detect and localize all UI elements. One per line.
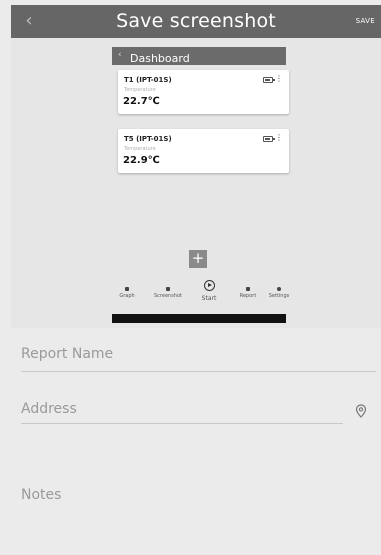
report-icon [246,287,250,291]
preview-bottom-bar [112,314,286,323]
battery-icon [263,77,275,83]
address-input[interactable]: Address [21,401,77,417]
screenshot-preview: ‹ Dashboard T1 (IPT-01S) ⋮ Temperature 2… [11,38,381,328]
preview-nav-bar: ‹ Dashboard [112,47,286,65]
sensor-value: 22.7℃ [123,96,160,107]
add-icon: + [189,250,207,268]
more-options-icon: ⋮ [275,74,283,83]
sensor-value: 22.9℃ [123,155,160,166]
location-pin-icon[interactable] [355,404,367,418]
battery-icon [263,136,275,142]
graph-icon [125,287,129,291]
tab-graph: Graph [119,279,135,299]
tab-label: Start [201,295,217,302]
tab-label: Graph [119,293,135,299]
address-underline [21,423,343,424]
page-title: Save screenshot [116,10,276,32]
sensor-name: T5 (IPT-01S) [124,135,172,143]
more-options-icon: ⋮ [275,133,283,142]
sensor-name: T1 (IPT-01S) [124,76,172,84]
preview-nav-title: Dashboard [130,52,190,65]
report-name-input[interactable]: Report Name [21,346,113,362]
sensor-card: T5 (IPT-01S) ⋮ Temperature 22.9℃ [118,129,289,173]
save-screenshot-screen: ‹ Save screenshot SAVE ‹ Dashboard T1 (I… [0,0,381,555]
chevron-left-icon: ‹ [118,50,122,60]
tab-screenshot: Screenshot [152,279,184,299]
tab-label: Settings [268,293,290,299]
sensor-sublabel: Temperature [124,87,156,93]
camera-icon [166,287,170,291]
app-bar: ‹ Save screenshot SAVE [11,5,381,38]
sensor-card: T1 (IPT-01S) ⋮ Temperature 22.7℃ [118,70,289,114]
sensor-sublabel: Temperature [124,146,156,152]
preview-tab-bar: Graph Screenshot Start Report Settings [112,279,290,313]
tab-settings: Settings [267,279,291,299]
gear-icon [277,287,281,291]
report-name-underline [21,371,376,372]
tab-start: Start [197,279,221,302]
save-button[interactable]: SAVE [356,17,375,25]
tab-report: Report [237,279,259,299]
notes-input[interactable]: Notes [21,487,61,503]
tab-label: Report [239,293,257,299]
play-circle-icon [203,280,215,291]
tab-label: Screenshot [154,293,182,299]
